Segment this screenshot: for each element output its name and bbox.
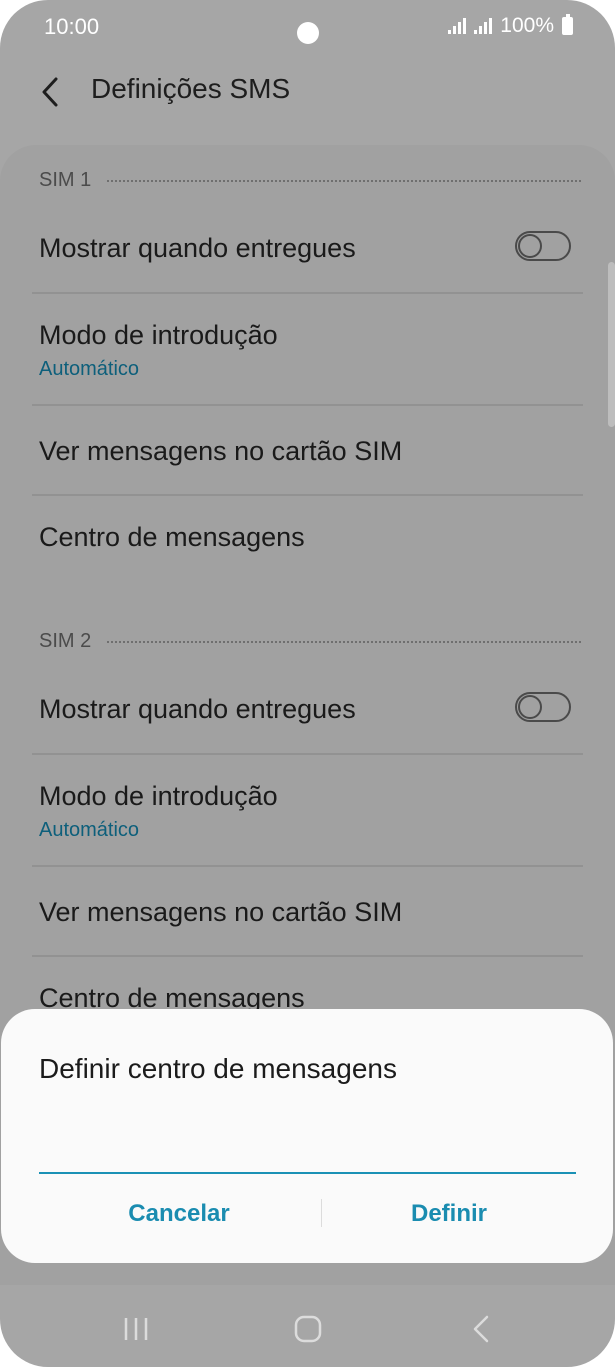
sim1-input-mode-row[interactable]: Modo de introdução Automático [32, 294, 583, 406]
sim2-show-delivered-row[interactable]: Mostrar quando entregues [32, 666, 583, 755]
back-icon[interactable] [470, 1315, 492, 1343]
status-time: 10:00 [44, 14, 100, 39]
scrollbar[interactable] [608, 262, 615, 427]
row-label: Mostrar quando entregues [39, 233, 356, 263]
sim1-show-delivered-row[interactable]: Mostrar quando entregues [32, 205, 583, 294]
row-label: Modo de introdução [39, 320, 278, 350]
battery-icon [562, 14, 573, 35]
navigation-bar [0, 1285, 615, 1367]
row-value: Automático [39, 819, 140, 841]
home-icon[interactable] [294, 1315, 322, 1343]
row-label: Ver mensagens no cartão SIM [39, 897, 403, 927]
sim2-input-mode-row[interactable]: Modo de introdução Automático [32, 755, 583, 867]
section-divider [107, 641, 581, 643]
dialog-title: Definir centro de mensagens [39, 1053, 397, 1084]
message-center-input[interactable] [39, 1129, 576, 1175]
section-label: SIM 1 [39, 168, 92, 191]
section-header-sim1: SIM 1 [39, 165, 581, 195]
sim1-message-center-row[interactable]: Centro de mensagens [32, 496, 583, 586]
status-icons: 100% [448, 14, 573, 38]
section-header-sim2: SIM 2 [39, 626, 581, 656]
sim1-delivered-toggle[interactable] [515, 231, 571, 261]
status-bar: 10:00 100% [0, 0, 615, 56]
section-label: SIM 2 [39, 629, 92, 652]
row-value: Automático [39, 358, 140, 380]
section-divider [107, 180, 581, 182]
confirm-button[interactable]: Definir [309, 1184, 589, 1244]
sim2-delivered-toggle[interactable] [515, 692, 571, 722]
recents-icon[interactable] [122, 1317, 150, 1341]
front-camera [297, 22, 319, 44]
battery-percent: 100% [500, 14, 554, 37]
signal-sim2-icon [474, 18, 493, 34]
sim2-view-sim-messages-row[interactable]: Ver mensagens no cartão SIM [32, 867, 583, 957]
signal-sim1-icon [448, 18, 467, 34]
row-label: Modo de introdução [39, 781, 278, 811]
row-label: Mostrar quando entregues [39, 694, 356, 724]
toggle-knob [518, 234, 542, 258]
row-label: Ver mensagens no cartão SIM [39, 436, 403, 466]
app-header: Definições SMS [0, 56, 615, 128]
input-underline [39, 1172, 576, 1174]
set-message-center-dialog: Definir centro de mensagens Cancelar Def… [1, 1009, 613, 1263]
page-title: Definições SMS [91, 73, 291, 104]
phone-screen: 10:00 100% Definições SMS SIM 1 Mostrar … [0, 0, 615, 1367]
toggle-knob [518, 695, 542, 719]
chevron-left-icon[interactable] [36, 74, 66, 110]
cancel-button[interactable]: Cancelar [39, 1184, 319, 1244]
message-center-field[interactable] [39, 1129, 576, 1175]
row-label: Centro de mensagens [39, 522, 305, 552]
sim1-view-sim-messages-row[interactable]: Ver mensagens no cartão SIM [32, 406, 583, 496]
